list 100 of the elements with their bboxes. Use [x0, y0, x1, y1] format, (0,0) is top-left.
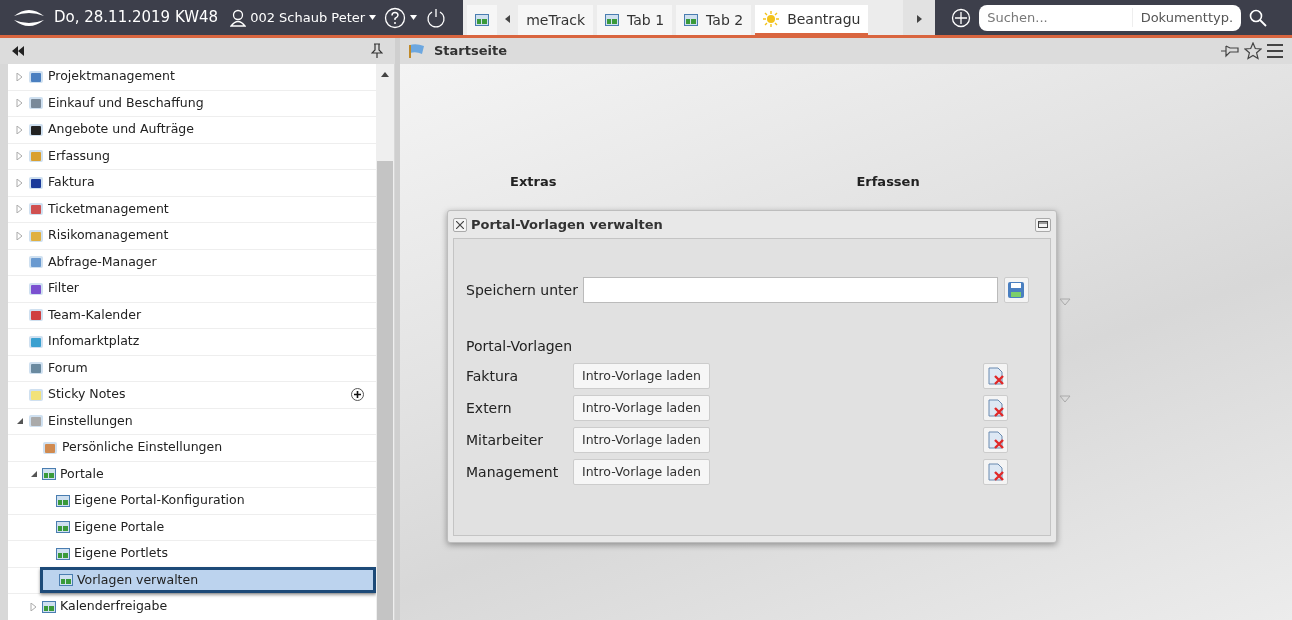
item-label: Eigene Portal-Konfiguration: [74, 491, 245, 510]
tree-item[interactable]: Sticky Notes: [16, 381, 351, 408]
tree-item[interactable]: Forum: [16, 355, 376, 382]
tree-item[interactable]: Infomarktplatz: [16, 328, 376, 355]
delete-button[interactable]: [983, 363, 1008, 389]
scroll-right-icon[interactable]: [916, 15, 922, 23]
tree-item[interactable]: Erfassung: [16, 143, 376, 170]
menu-icon[interactable]: [1266, 43, 1284, 59]
portal-icon: [59, 574, 73, 587]
template-name: Mitarbeiter: [466, 430, 545, 450]
item-label: Kalenderfreigabe: [60, 597, 168, 616]
item-label: Eigene Portlets: [74, 544, 168, 563]
tree-item[interactable]: Kalenderfreigabe: [30, 593, 376, 620]
item-icon: [28, 386, 44, 403]
tree-item[interactable]: Eigene Portale: [44, 514, 376, 541]
portal-tab-button[interactable]: [467, 5, 498, 35]
tree-item[interactable]: Projektmanagement: [16, 64, 376, 90]
caret-icon: [369, 15, 377, 20]
power-icon[interactable]: [425, 6, 448, 29]
item-label: Ticketmanagement: [48, 199, 169, 218]
tree-item[interactable]: Risikomanagement: [16, 222, 376, 249]
scroll-up-icon[interactable]: [381, 72, 389, 77]
search-field[interactable]: Suchen... Dokumenttyp.: [979, 4, 1242, 31]
tree-item[interactable]: Portale: [30, 461, 376, 488]
tree-item[interactable]: Filter: [16, 275, 376, 302]
tree-item[interactable]: Abfrage-Manager: [16, 249, 376, 276]
tab[interactable]: meTrack: [518, 5, 594, 35]
caret-icon: [410, 15, 418, 20]
tab[interactable]: Tab 2: [676, 5, 752, 35]
load-template-button[interactable]: Intro-Vorlage laden: [573, 363, 710, 389]
load-template-button[interactable]: Intro-Vorlage laden: [573, 459, 710, 485]
tree-item[interactable]: Persönliche Einstellungen: [30, 434, 376, 461]
add-icon[interactable]: [351, 388, 364, 402]
load-template-button[interactable]: Intro-Vorlage laden: [573, 395, 710, 421]
portal-icon: [42, 600, 56, 613]
help-icon[interactable]: [384, 6, 407, 29]
item-label: Vorlagen verwalten: [77, 570, 199, 589]
item-label: Portale: [60, 464, 104, 483]
portal-icon: [56, 494, 70, 507]
save-as-label: Speichern unter: [466, 280, 578, 300]
dropdown-caret-icon: [1059, 395, 1071, 403]
tree-item[interactable]: Vorlagen verwalten: [40, 567, 376, 594]
item-label: Persönliche Einstellungen: [62, 438, 223, 457]
tab[interactable]: Beantragu: [755, 5, 869, 35]
tree-item[interactable]: Eigene Portal-Konfiguration: [44, 487, 376, 514]
delete-document-icon: [986, 431, 1005, 449]
document-type-label[interactable]: Dokumenttyp.: [1131, 7, 1242, 28]
pin-icon[interactable]: [371, 43, 383, 59]
tree-item[interactable]: Ticketmanagement: [16, 196, 376, 223]
dialog-title: Portal-Vorlagen verwalten: [471, 215, 663, 234]
expanded-icon[interactable]: [30, 470, 38, 479]
template-name: Management: [466, 462, 560, 482]
item-icon: [42, 439, 58, 456]
tree-item[interactable]: Einkauf und Beschaffung: [16, 90, 376, 117]
tab[interactable]: Tab 1: [597, 5, 673, 35]
tree-item[interactable]: Einstellungen: [16, 408, 376, 435]
search-icon[interactable]: [1249, 8, 1268, 27]
portal-icon: [56, 521, 70, 534]
maximize-button[interactable]: [1035, 217, 1051, 232]
tree-item[interactable]: Team-Kalender: [16, 302, 376, 329]
scrollbar[interactable]: [376, 64, 394, 620]
load-template-button[interactable]: Intro-Vorlage laden: [573, 427, 710, 453]
portal-icon: [42, 468, 56, 481]
expanded-icon[interactable]: [16, 417, 24, 426]
tree-item[interactable]: Eigene Portlets: [44, 540, 376, 567]
item-label: Abfrage-Manager: [48, 252, 157, 271]
item-icon: [28, 333, 44, 350]
star-icon[interactable]: [1244, 42, 1262, 60]
item-label: Eigene Portale: [74, 517, 165, 536]
item-icon: [28, 307, 44, 324]
item-label: Einkauf und Beschaffung: [48, 93, 204, 112]
item-label: Forum: [48, 358, 88, 377]
tree-item[interactable]: Angebote und Aufträge: [16, 116, 376, 143]
delete-button[interactable]: [983, 427, 1008, 453]
portal-icon: [684, 14, 699, 26]
item-icon: [28, 201, 44, 218]
tree-item[interactable]: Faktura: [16, 169, 376, 196]
flag-icon: [408, 43, 426, 59]
date-label: Do, 28.11.2019 KW48: [54, 7, 219, 29]
page-title: Startseite: [434, 42, 508, 61]
user-menu[interactable]: 002 Schaub Peter: [250, 7, 366, 28]
delete-document-icon: [986, 367, 1005, 385]
item-icon: [28, 280, 44, 297]
item-icon: [28, 413, 44, 430]
map-label: Erfassen: [856, 173, 920, 191]
item-icon: [28, 121, 44, 138]
delete-button[interactable]: [983, 459, 1008, 485]
save-as-field[interactable]: [582, 277, 998, 303]
collapse-icon[interactable]: [12, 46, 24, 56]
scroll-left-icon[interactable]: [505, 15, 511, 23]
pin-icon[interactable]: [1220, 43, 1240, 59]
item-icon: [28, 174, 44, 191]
close-icon: [456, 220, 464, 229]
item-icon: [28, 95, 44, 112]
delete-button[interactable]: [983, 395, 1008, 421]
section-heading: Portal-Vorlagen: [466, 337, 574, 356]
item-label: Infomarktplatz: [48, 332, 140, 351]
delete-document-icon: [986, 463, 1005, 481]
close-button[interactable]: [453, 217, 467, 232]
save-button[interactable]: [1003, 277, 1029, 303]
